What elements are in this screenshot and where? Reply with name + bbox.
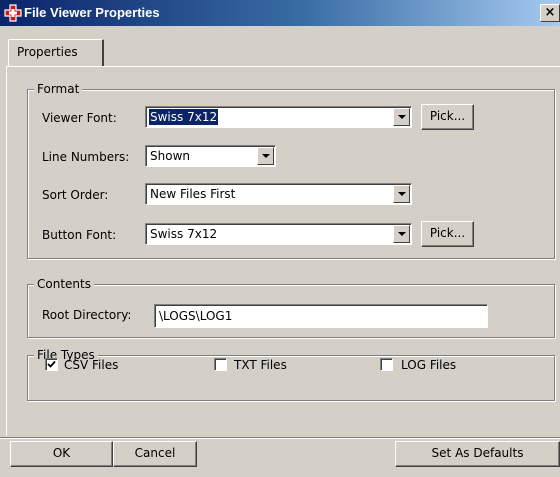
txt-files-checkbox[interactable]	[214, 358, 227, 371]
format-legend: Format	[34, 81, 83, 97]
button-font-select[interactable]: Swiss 7x12	[145, 223, 412, 245]
line-numbers-select[interactable]: Shown	[145, 145, 276, 167]
root-directory-label: Root Directory:	[42, 308, 132, 322]
close-button[interactable]: ×	[540, 4, 560, 22]
button-font-pick-label: Pick...	[429, 226, 466, 240]
ok-button[interactable]: OK	[10, 441, 113, 467]
log-files-label[interactable]: LOG Files	[401, 357, 456, 373]
txt-files-label[interactable]: TXT Files	[234, 357, 287, 373]
contents-legend: Contents	[34, 276, 94, 292]
root-directory-input[interactable]: \LOGS\LOG1	[154, 304, 488, 328]
chevron-down-icon[interactable]	[393, 185, 410, 203]
log-files-checkbox[interactable]	[380, 358, 393, 371]
set-as-defaults-label: Set As Defaults	[431, 446, 524, 460]
ok-label: OK	[52, 446, 71, 460]
line-numbers-label: Line Numbers:	[42, 150, 130, 164]
tab-properties[interactable]: Properties	[8, 39, 104, 67]
sort-order-select[interactable]: New Files First	[145, 183, 412, 205]
button-font-pick-button[interactable]: Pick...	[421, 221, 474, 247]
button-font-value: Swiss 7x12	[150, 227, 218, 241]
viewer-font-label: Viewer Font:	[42, 111, 117, 125]
checkmark-icon	[47, 360, 56, 368]
window-title: File Viewer Properties	[24, 5, 160, 20]
csv-files-label[interactable]: CSV Files	[64, 357, 118, 373]
line-numbers-value: Shown	[150, 149, 190, 163]
viewer-font-pick-label: Pick...	[429, 109, 466, 123]
chevron-down-icon[interactable]	[393, 225, 410, 243]
sort-order-value: New Files First	[150, 187, 236, 201]
cancel-label: Cancel	[134, 446, 176, 460]
button-font-label: Button Font:	[42, 228, 117, 242]
csv-files-checkbox[interactable]	[45, 358, 58, 371]
viewer-font-pick-button[interactable]: Pick...	[421, 104, 474, 130]
viewer-font-select[interactable]: Swiss 7x12	[145, 106, 412, 128]
tab-properties-label: Properties	[17, 45, 78, 59]
set-as-defaults-button[interactable]: Set As Defaults	[395, 441, 560, 467]
footer-separator	[0, 437, 560, 439]
properties-dialog: File Viewer Properties × Properties Form…	[0, 0, 560, 477]
cancel-button[interactable]: Cancel	[113, 441, 197, 467]
app-red-cross-icon	[4, 4, 22, 22]
chevron-down-icon[interactable]	[257, 147, 274, 165]
viewer-font-value: Swiss 7x12	[147, 108, 220, 126]
chevron-down-icon[interactable]	[393, 108, 410, 126]
title-bar[interactable]: File Viewer Properties ×	[0, 0, 560, 26]
sort-order-label: Sort Order:	[42, 188, 109, 202]
close-icon: ×	[544, 5, 556, 20]
